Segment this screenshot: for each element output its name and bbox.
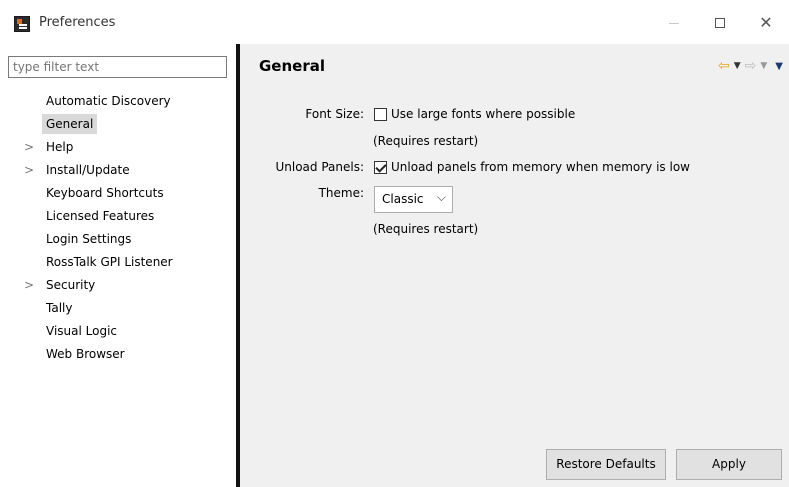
forward-dropdown-icon[interactable]: ▼ — [760, 61, 767, 71]
arrow-left-icon[interactable]: ⇦ — [718, 58, 730, 74]
tree-item-licensed-features[interactable]: Licensed Features — [0, 205, 236, 228]
unload-panels-checkbox-label[interactable]: Unload panels from memory when memory is… — [391, 160, 690, 174]
unload-panels-checkbox[interactable] — [374, 161, 387, 174]
tree-item-web-browser[interactable]: Web Browser — [0, 343, 236, 366]
tree-item-label: Web Browser — [46, 347, 125, 361]
back-dropdown-icon[interactable]: ▼ — [734, 61, 741, 71]
maximize-icon — [715, 18, 725, 28]
theme-label: Theme: — [318, 186, 364, 200]
restore-defaults-button[interactable]: Restore Defaults — [546, 449, 666, 480]
expand-chevron-icon[interactable]: > — [24, 136, 34, 159]
preference-page: General ⇦ ▼ ⇨ ▼ ▼ Font Size: Use large f… — [240, 44, 789, 487]
font-size-restart-note: (Requires restart) — [373, 134, 479, 148]
tree-item-help[interactable]: > Help — [0, 136, 236, 159]
tree-item-label: RossTalk GPI Listener — [46, 255, 173, 269]
page-content: Font Size: Use large fonts where possibl… — [240, 88, 789, 487]
view-menu-icon[interactable]: ▼ — [775, 61, 783, 72]
filter-input[interactable] — [8, 56, 227, 78]
tree-item-general[interactable]: General — [0, 113, 236, 136]
close-button[interactable]: ✕ — [743, 8, 789, 38]
apply-button[interactable]: Apply — [676, 449, 782, 480]
minimize-icon — [669, 22, 679, 24]
page-navigation: ⇦ ▼ ⇨ ▼ ▼ — [718, 58, 783, 74]
tree-item-label: Licensed Features — [46, 209, 155, 223]
tree-item-label: Help — [46, 140, 74, 154]
preferences-tree-pane: Automatic Discovery General > Help > Insta… — [0, 44, 236, 487]
theme-select[interactable]: Classic ⌵ — [374, 186, 453, 213]
large-fonts-checkbox-label[interactable]: Use large fonts where possible — [391, 107, 575, 121]
close-icon: ✕ — [759, 13, 773, 32]
tree-item-keyboard-shortcuts[interactable]: Keyboard Shortcuts — [0, 182, 236, 205]
tree-item-label: Security — [46, 278, 96, 292]
chevron-down-icon: ⌵ — [436, 190, 446, 204]
minimize-button[interactable] — [651, 8, 697, 38]
tree-item-tally[interactable]: Tally — [0, 297, 236, 320]
tree-item-label: Login Settings — [46, 232, 132, 246]
tree-item-label: Visual Logic — [46, 324, 118, 338]
preferences-tree: Automatic Discovery General > Help > Insta… — [0, 90, 236, 366]
tree-item-install-update[interactable]: > Install/Update — [0, 159, 236, 182]
tree-item-label: General — [42, 114, 98, 134]
theme-select-value: Classic — [382, 192, 424, 206]
unload-panels-label: Unload Panels: — [275, 160, 364, 174]
maximize-button[interactable] — [697, 8, 743, 38]
arrow-right-icon[interactable]: ⇨ — [745, 58, 757, 74]
font-size-label: Font Size: — [305, 107, 364, 121]
theme-restart-note: (Requires restart) — [373, 222, 479, 236]
app-icon — [14, 16, 30, 32]
tree-item-rosstalk-gpi-listener[interactable]: RossTalk GPI Listener — [0, 251, 236, 274]
window-title: Preferences — [39, 15, 116, 30]
tree-item-label: Keyboard Shortcuts — [46, 186, 164, 200]
tree-item-label: Tally — [46, 301, 73, 315]
tree-item-label: Automatic Discovery — [46, 94, 171, 108]
title-bar: Preferences ✕ — [0, 0, 789, 44]
expand-chevron-icon[interactable]: > — [24, 159, 34, 182]
tree-item-login-settings[interactable]: Login Settings — [0, 228, 236, 251]
expand-chevron-icon[interactable]: > — [24, 274, 34, 297]
tree-item-automatic-discovery[interactable]: Automatic Discovery — [0, 90, 236, 113]
tree-item-label: Install/Update — [46, 163, 130, 177]
tree-item-security[interactable]: > Security — [0, 274, 236, 297]
tree-item-visual-logic[interactable]: Visual Logic — [0, 320, 236, 343]
large-fonts-checkbox[interactable] — [374, 108, 387, 121]
page-header: General ⇦ ▼ ⇨ ▼ ▼ — [240, 44, 789, 88]
page-title: General — [259, 57, 325, 75]
